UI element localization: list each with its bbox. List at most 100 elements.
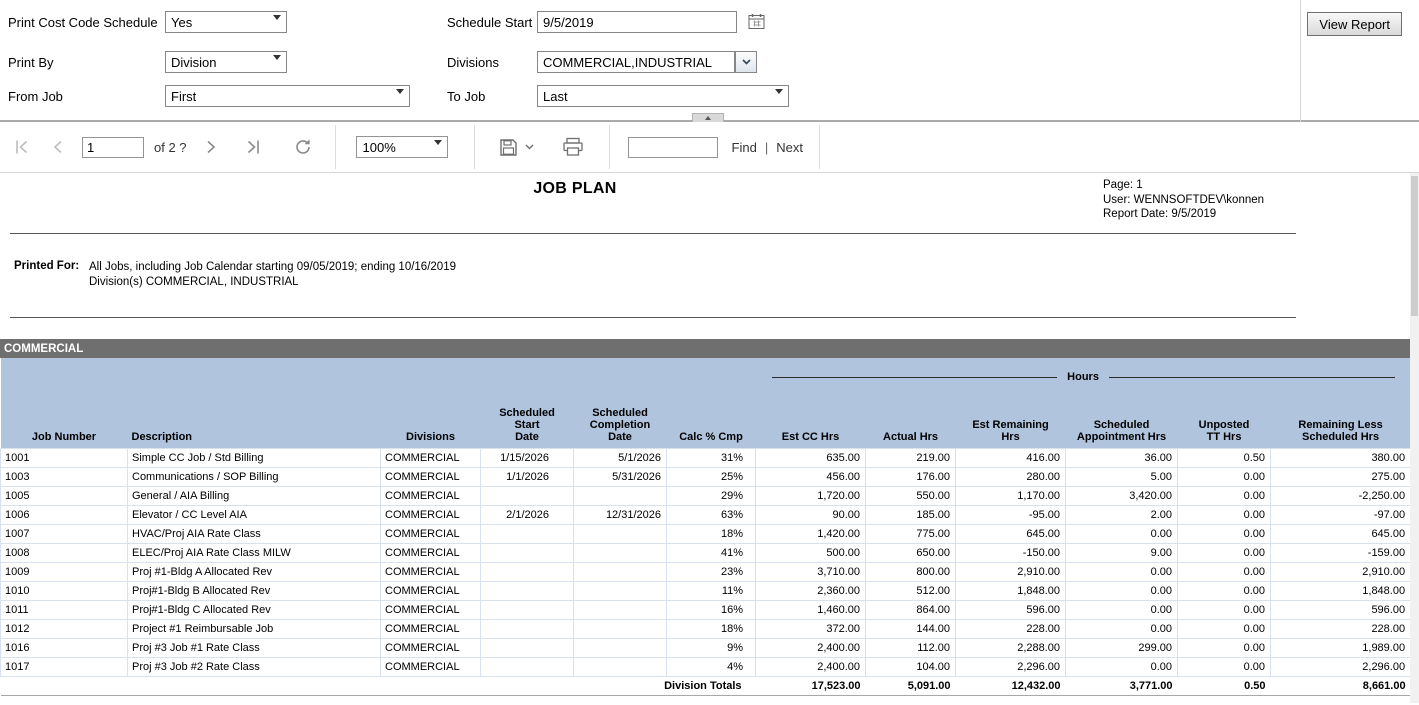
column-header: Unposted TT Hrs xyxy=(1178,396,1271,448)
schedule-start-input[interactable] xyxy=(537,11,737,33)
table-cell: 275.00 xyxy=(1271,467,1411,486)
print-cost-code-schedule-select[interactable]: Yes xyxy=(165,11,287,33)
first-page-button[interactable] xyxy=(10,135,34,159)
report-body: JOB PLAN Page: 1 User: WENNSOFTDEV\konne… xyxy=(0,173,1419,703)
divisions-dropdown-button[interactable] xyxy=(735,51,757,73)
table-cell: 144.00 xyxy=(866,619,956,638)
table-cell: COMMERCIAL xyxy=(381,505,481,524)
next-page-button[interactable] xyxy=(199,135,223,159)
division-section-header: COMMERCIAL xyxy=(0,339,1410,358)
table-row: 1007HVAC/Proj AIA Rate ClassCOMMERCIAL18… xyxy=(1,524,1411,543)
table-cell: Simple CC Job / Std Billing xyxy=(128,448,381,467)
column-header: Est CC Hrs xyxy=(756,396,866,448)
to-job-select[interactable]: Last xyxy=(537,85,789,107)
table-cell: 1,420.00 xyxy=(756,524,866,543)
table-cell xyxy=(481,638,574,657)
last-page-button[interactable] xyxy=(241,135,265,159)
division-totals-row: Division Totals17,523.005,091.0012,432.0… xyxy=(1,676,1411,695)
table-cell: 5/31/2026 xyxy=(574,467,667,486)
from-job-select[interactable]: First xyxy=(165,85,410,107)
table-cell: 775.00 xyxy=(866,524,956,543)
division-total-cell: 3,771.00 xyxy=(1066,676,1178,695)
table-cell: 1008 xyxy=(1,543,128,562)
print-by-label: Print By xyxy=(8,55,54,70)
next-link[interactable]: Next xyxy=(776,140,803,155)
table-cell: 512.00 xyxy=(866,581,956,600)
table-cell xyxy=(481,619,574,638)
table-cell: 2,296.00 xyxy=(1271,657,1411,676)
schedule-start-label: Schedule Start xyxy=(447,15,532,30)
table-cell: 0.00 xyxy=(1178,543,1271,562)
table-cell: 1,460.00 xyxy=(756,600,866,619)
table-cell: 2,296.00 xyxy=(956,657,1066,676)
division-totals-label: Division Totals xyxy=(1,676,756,695)
find-input[interactable] xyxy=(628,137,718,158)
report-viewer-toolbar: of 2 ? 100% Find | Next xyxy=(0,122,1419,173)
table-cell: 219.00 xyxy=(866,448,956,467)
table-cell: 0.00 xyxy=(1178,524,1271,543)
table-cell: 112.00 xyxy=(866,638,956,657)
job-plan-table: HoursJob NumberDescriptionDivisionsSched… xyxy=(0,358,1411,696)
table-row: 1008ELEC/Proj AIA Rate Class MILWCOMMERC… xyxy=(1,543,1411,562)
table-cell: COMMERCIAL xyxy=(381,524,481,543)
refresh-button[interactable] xyxy=(291,135,315,159)
table-cell xyxy=(481,600,574,619)
table-cell xyxy=(574,524,667,543)
table-cell: 864.00 xyxy=(866,600,956,619)
table-cell: 372.00 xyxy=(756,619,866,638)
table-cell: COMMERCIAL xyxy=(381,638,481,657)
table-cell: Proj #3 Job #1 Rate Class xyxy=(128,638,381,657)
vertical-scrollbar[interactable] xyxy=(1410,173,1419,703)
page-number-input[interactable] xyxy=(82,137,144,158)
table-cell: COMMERCIAL xyxy=(381,657,481,676)
table-cell: 1003 xyxy=(1,467,128,486)
toolbar-separator xyxy=(474,125,475,169)
table-cell: HVAC/Proj AIA Rate Class xyxy=(128,524,381,543)
table-cell: 0.00 xyxy=(1178,638,1271,657)
view-report-button[interactable]: View Report xyxy=(1307,12,1402,36)
column-header: Description xyxy=(128,396,381,448)
parameter-panel: Print Cost Code Schedule Yes Schedule St… xyxy=(0,0,1419,122)
zoom-select[interactable]: 100% xyxy=(356,136,448,158)
table-cell: COMMERCIAL xyxy=(381,486,481,505)
print-by-select[interactable]: Division xyxy=(165,51,287,73)
table-cell xyxy=(574,562,667,581)
find-link[interactable]: Find xyxy=(732,140,757,155)
table-cell: 36.00 xyxy=(1066,448,1178,467)
scrollbar-thumb[interactable] xyxy=(1411,176,1418,316)
export-dropdown-icon[interactable] xyxy=(523,135,537,159)
table-cell: COMMERCIAL xyxy=(381,619,481,638)
table-cell: Proj #1-Bldg A Allocated Rev xyxy=(128,562,381,581)
report-date-info: Report Date: 9/5/2019 xyxy=(1103,207,1264,222)
table-cell xyxy=(574,619,667,638)
print-cost-code-schedule-value: Yes xyxy=(171,15,192,30)
divisions-input[interactable] xyxy=(537,51,735,73)
print-icon[interactable] xyxy=(561,135,585,159)
previous-page-button[interactable] xyxy=(46,135,70,159)
table-row: 1016Proj #3 Job #1 Rate ClassCOMMERCIAL9… xyxy=(1,638,1411,657)
table-cell: 9% xyxy=(667,638,756,657)
division-total-cell: 17,523.00 xyxy=(756,676,866,695)
export-save-icon[interactable] xyxy=(497,135,521,159)
chevron-down-icon xyxy=(434,145,442,160)
table-cell: 1,848.00 xyxy=(1271,581,1411,600)
table-cell: 1005 xyxy=(1,486,128,505)
table-cell: 416.00 xyxy=(956,448,1066,467)
table-cell: 550.00 xyxy=(866,486,956,505)
table-cell: 1,848.00 xyxy=(956,581,1066,600)
table-cell: 456.00 xyxy=(756,467,866,486)
table-cell: 500.00 xyxy=(756,543,866,562)
page-count-label: of 2 ? xyxy=(154,140,187,155)
table-cell xyxy=(574,486,667,505)
page-info: Page: 1 xyxy=(1103,178,1264,193)
table-cell: 228.00 xyxy=(1271,619,1411,638)
table-cell: 5/1/2026 xyxy=(574,448,667,467)
table-cell: 645.00 xyxy=(1271,524,1411,543)
toolbar-separator xyxy=(609,125,610,169)
table-cell xyxy=(574,581,667,600)
table-cell: 280.00 xyxy=(956,467,1066,486)
table-cell: Proj#1-Bldg B Allocated Rev xyxy=(128,581,381,600)
collapse-parameters-handle[interactable] xyxy=(692,113,724,122)
calendar-icon[interactable] xyxy=(747,13,767,33)
table-cell: COMMERCIAL xyxy=(381,581,481,600)
